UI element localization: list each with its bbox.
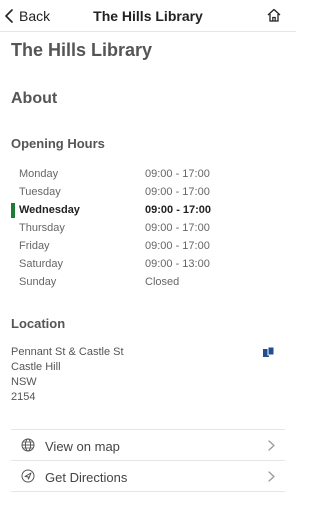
day-label: Tuesday xyxy=(19,186,61,198)
chevron-right-icon xyxy=(268,471,275,482)
address-line: NSW xyxy=(11,376,37,388)
globe-icon xyxy=(21,438,35,452)
time-label: 09:00 - 17:00 xyxy=(145,204,212,216)
time-label: 09:00 - 17:00 xyxy=(145,240,210,252)
page-title: The Hills Library xyxy=(11,40,153,60)
hours-row: Friday 09:00 - 17:00 xyxy=(11,238,281,256)
hours-row: Thursday 09:00 - 17:00 xyxy=(11,220,281,238)
get-directions-label: Get Directions xyxy=(45,470,128,485)
home-icon[interactable] xyxy=(266,7,282,23)
day-label: Saturday xyxy=(19,258,64,270)
location-heading: Location xyxy=(11,316,66,331)
address-line: Pennant St & Castle St xyxy=(11,346,124,358)
about-heading: About xyxy=(11,90,58,107)
hours-row: Saturday 09:00 - 13:00 xyxy=(11,256,281,274)
address-line: 2154 xyxy=(11,391,36,403)
hours-row: Sunday Closed xyxy=(11,274,281,292)
chevron-right-icon xyxy=(268,440,275,451)
opening-hours-list: Monday 09:00 - 17:00 Tuesday 09:00 - 17:… xyxy=(11,166,281,292)
navigation-arrow-icon xyxy=(21,469,35,483)
time-label: 09:00 - 17:00 xyxy=(145,222,210,234)
today-marker xyxy=(11,203,15,218)
day-label: Wednesday xyxy=(19,204,80,216)
view-on-map-button[interactable]: View on map xyxy=(11,430,285,461)
get-directions-button[interactable]: Get Directions xyxy=(11,461,285,492)
day-label: Friday xyxy=(19,240,50,252)
view-on-map-label: View on map xyxy=(45,439,120,454)
address-line: Castle Hill xyxy=(11,361,61,373)
action-list: View on map Get Directions xyxy=(11,429,285,492)
copy-icon[interactable] xyxy=(262,346,276,358)
navigation-bar: Back The Hills Library xyxy=(0,0,296,32)
opening-hours-heading: Opening Hours xyxy=(11,136,105,151)
time-label: 09:00 - 13:00 xyxy=(145,258,210,270)
hours-row: Tuesday 09:00 - 17:00 xyxy=(11,184,281,202)
address-block: Pennant St & Castle St Castle Hill NSW 2… xyxy=(11,345,124,405)
hours-row-today: Wednesday 09:00 - 17:00 xyxy=(11,202,281,220)
nav-title: The Hills Library xyxy=(93,8,203,24)
day-label: Thursday xyxy=(19,222,65,234)
time-label: Closed xyxy=(145,276,180,288)
time-label: 09:00 - 17:00 xyxy=(145,186,210,198)
day-label: Sunday xyxy=(19,276,57,288)
day-label: Monday xyxy=(19,168,59,180)
time-label: 09:00 - 17:00 xyxy=(145,168,210,180)
hours-row: Monday 09:00 - 17:00 xyxy=(11,166,281,184)
